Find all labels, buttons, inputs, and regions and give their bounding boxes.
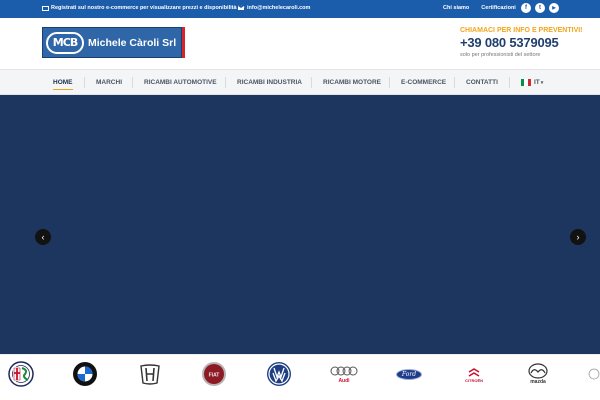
citroen-text: CITROËN [465, 377, 483, 383]
hero-slider: ‹ › [0, 95, 600, 354]
volkswagen-logo[interactable] [266, 361, 292, 387]
logo-text: Michele Càroli Srl [88, 36, 177, 49]
logo-monogram: MCB [46, 31, 84, 54]
fiat-text: FIAT [209, 372, 220, 378]
nav-item-ricambi-industria[interactable]: RICAMBI INDUSTRIA [237, 70, 302, 95]
email-link[interactable]: info@michelecaroli.com [238, 5, 310, 11]
ford-oval: Ford [396, 368, 422, 380]
bmw-icon [73, 362, 97, 386]
logo-box: MCB Michele Càroli Srl [42, 27, 182, 58]
nav-item-home[interactable]: HOME [53, 70, 73, 95]
audi-text: Audi [338, 377, 350, 384]
chi-siamo-link[interactable]: Chi siamo [443, 5, 469, 11]
envelope-icon [238, 6, 244, 10]
slider-prev-button[interactable]: ‹ [35, 229, 51, 245]
email-text: info@michelecaroli.com [247, 5, 311, 11]
italy-flag-icon [521, 79, 531, 86]
alfa-romeo-logo[interactable] [8, 361, 34, 387]
audi-logo[interactable]: Audi [330, 361, 358, 387]
twitter-icon[interactable]: t [535, 3, 545, 13]
logo-red-stripe [182, 27, 185, 58]
nav-divider [389, 77, 390, 88]
language-selector[interactable]: IT ▾ [521, 70, 543, 95]
volkswagen-icon [267, 362, 291, 386]
ford-text: Ford [401, 370, 417, 378]
mazda-text: mazda [530, 379, 546, 385]
fiat-icon: FIAT [202, 362, 226, 386]
nav-divider [509, 77, 510, 88]
cart-icon [42, 5, 49, 11]
nav-item-ricambi-motore[interactable]: RICAMBI MOTORE [323, 70, 381, 95]
ford-logo[interactable]: Ford [395, 361, 423, 387]
chevron-right-icon: › [576, 232, 580, 242]
brand-logos-strip: FIAT Audi Ford CITROËN mazda [0, 354, 600, 400]
top-bar: Registrati sul nostro e-commerce per vis… [0, 0, 600, 18]
fiat-logo[interactable]: FIAT [201, 361, 227, 387]
main-nav: HOME MARCHI RICAMBI AUTOMOTIVE RICAMBI I… [0, 69, 600, 95]
site-logo[interactable]: MCB Michele Càroli Srl [42, 27, 185, 58]
mazda-icon [528, 363, 548, 379]
nav-divider [454, 77, 455, 88]
nav-item-ricambi-automotive[interactable]: RICAMBI AUTOMOTIVE [144, 70, 217, 95]
chevron-left-icon: ‹ [41, 232, 45, 242]
social-links: f t ▶ [521, 3, 559, 13]
partial-brand-icon [588, 368, 600, 380]
nav-divider [225, 77, 226, 88]
language-label: IT [534, 79, 540, 86]
citroen-chevrons-icon [468, 367, 480, 377]
register-promo-text: Registrati sul nostro e-commerce per vis… [51, 5, 245, 11]
certificazioni-link[interactable]: Certificazioni [481, 5, 516, 11]
slider-next-button[interactable]: › [570, 229, 586, 245]
nav-divider [132, 77, 133, 88]
honda-icon [140, 364, 160, 385]
nav-item-contatti[interactable]: CONTATTI [466, 70, 498, 95]
bmw-logo[interactable] [72, 361, 98, 387]
partial-brand-logo[interactable] [588, 361, 600, 387]
citroen-logo[interactable]: CITROËN [459, 361, 489, 387]
nav-item-e-commerce[interactable]: E-COMMERCE [401, 70, 446, 95]
honda-logo[interactable] [137, 361, 163, 387]
mazda-logo[interactable]: mazda [524, 361, 552, 387]
contact-cta: CHIAMACI PER INFO E PREVENTIVI! [460, 27, 583, 34]
contact-note: solo per professionisti del settore [460, 52, 541, 58]
top-links: Chi siamo Certificazioni [443, 5, 516, 11]
nav-divider [311, 77, 312, 88]
audi-rings-icon [330, 366, 358, 375]
header-contact: CHIAMACI PER INFO E PREVENTIVI! +39 080 … [460, 27, 583, 58]
phone-number[interactable]: +39 080 5379095 [460, 35, 560, 50]
facebook-icon[interactable]: f [521, 3, 531, 13]
nav-divider [84, 77, 85, 88]
youtube-icon[interactable]: ▶ [549, 3, 559, 13]
site-header: MCB Michele Càroli Srl CHIAMACI PER INFO… [0, 18, 600, 69]
register-promo-link[interactable]: Registrati sul nostro e-commerce per vis… [42, 5, 244, 11]
alfa-romeo-icon [8, 361, 34, 387]
chevron-down-icon: ▾ [540, 79, 544, 86]
nav-item-marchi[interactable]: MARCHI [96, 70, 122, 95]
